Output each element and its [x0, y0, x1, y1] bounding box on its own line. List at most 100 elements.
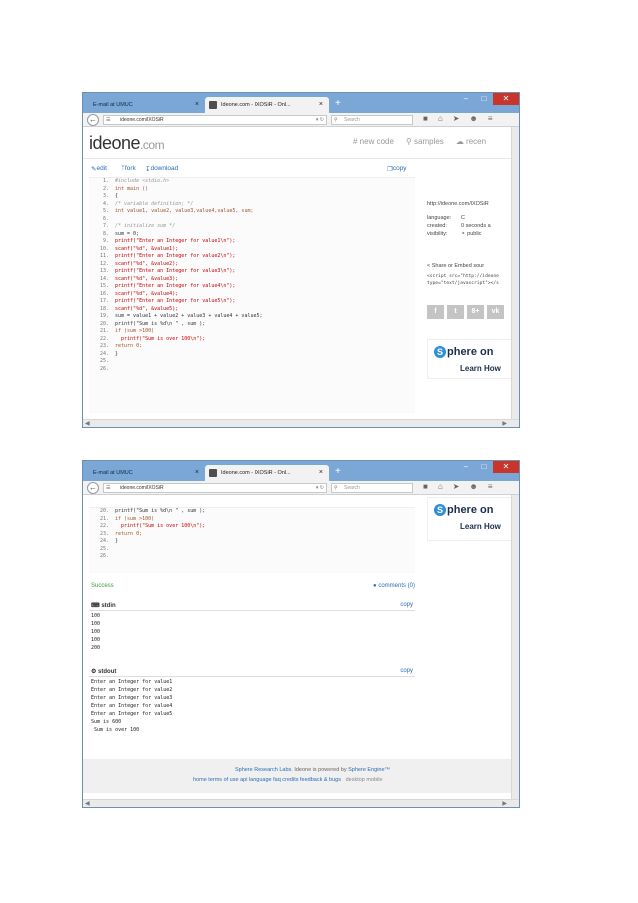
- close-icon[interactable]: ×: [195, 465, 199, 481]
- scroll-right-icon[interactable]: ▶: [502, 800, 507, 807]
- embed-code[interactable]: <script src="http://ideone type="text/ja…: [427, 273, 499, 287]
- home-icon[interactable]: ⌂: [438, 114, 443, 123]
- code-text: printf("Enter an Integer for value4\n");: [115, 283, 236, 289]
- comments-link[interactable]: ● comments (0): [373, 583, 415, 589]
- back-button[interactable]: ←: [87, 114, 99, 126]
- home-icon[interactable]: ⌂: [438, 482, 443, 491]
- nav-recent[interactable]: ☁ recen: [456, 137, 486, 146]
- horizontal-scrollbar[interactable]: ◀ ▶: [83, 419, 519, 427]
- code-line: 8. sum = 0;: [89, 231, 415, 239]
- line-number: 2.: [102, 185, 109, 192]
- tab-email[interactable]: E-mail at UMUC ×: [87, 97, 207, 113]
- close-icon[interactable]: ×: [319, 97, 323, 113]
- minimize-button[interactable]: –: [457, 461, 475, 473]
- code-text: sum = 0;: [115, 230, 140, 237]
- scroll-right-icon[interactable]: ▶: [502, 420, 507, 427]
- code-text: return 0;: [115, 343, 143, 349]
- footer-nav-links[interactable]: home terms of use api language faq credi…: [193, 777, 341, 783]
- facebook-icon[interactable]: f: [427, 305, 444, 319]
- download-button[interactable]: ↧ download: [145, 165, 178, 173]
- stdin-title: ⌨ stdin: [91, 602, 116, 609]
- stdout-header: ⚙ stdout copy: [89, 667, 415, 677]
- close-icon[interactable]: ×: [195, 97, 199, 113]
- menu-icon[interactable]: ≡: [488, 114, 493, 123]
- line-number: 26.: [99, 365, 109, 372]
- copy-button[interactable]: ❐ copy: [387, 165, 407, 173]
- code-line: 12. scanf("%d", &value2);: [89, 261, 415, 269]
- desktop-mobile-links[interactable]: desktop mobile: [346, 777, 383, 783]
- address-bar[interactable]: ☰ ideone.com/lXOSiR ▾ ↻: [103, 483, 327, 493]
- fork-button[interactable]: ᛉ fork: [121, 165, 136, 172]
- search-input[interactable]: ⚲ Search: [331, 483, 413, 493]
- tab-ideone-label: Ideone.com - lXOSiR - Onl...: [221, 470, 291, 476]
- tab-ideone[interactable]: Ideone.com - lXOSiR - Onl... ×: [205, 97, 329, 113]
- sphere-ad[interactable]: Sphere on Learn How: [427, 339, 519, 379]
- maximize-button[interactable]: □: [475, 93, 493, 105]
- code-line: 25.: [89, 546, 415, 554]
- ideone-logo[interactable]: ideone.com: [89, 133, 165, 154]
- share-embed-title[interactable]: < Share or Embed sour: [427, 263, 484, 269]
- google-plus-icon[interactable]: 8+: [467, 305, 484, 319]
- nav-recent-label: recen: [466, 137, 487, 146]
- minimize-button[interactable]: –: [457, 93, 475, 105]
- menu-icon[interactable]: ≡: [488, 482, 493, 491]
- source-code[interactable]: 20. printf("Sum is %d\n " , sum ); 21. if (…: [89, 507, 415, 573]
- close-window-button[interactable]: ✕: [493, 93, 519, 105]
- sphere-ad[interactable]: Sphere on Learn How: [427, 497, 519, 541]
- stdin-copy-button[interactable]: copy: [400, 602, 413, 608]
- line-number: 13.: [99, 268, 109, 274]
- powered-text: . Ideone is powered by: [291, 767, 349, 773]
- line-number: 16.: [99, 290, 109, 297]
- scroll-left-icon[interactable]: ◀: [85, 420, 90, 427]
- line-number: 7.: [102, 223, 109, 229]
- edit-button[interactable]: ✎ edit: [91, 165, 107, 173]
- close-window-button[interactable]: ✕: [493, 461, 519, 473]
- nav-samples[interactable]: ⚲ samples: [406, 137, 444, 146]
- new-tab-button[interactable]: +: [335, 97, 341, 111]
- horizontal-scrollbar[interactable]: ◀ ▶: [83, 799, 519, 807]
- send-icon[interactable]: ➤: [453, 114, 460, 123]
- sphere-labs-link[interactable]: Sphere Research Labs: [235, 767, 291, 773]
- line-number: 6.: [102, 215, 109, 222]
- nav-new-code[interactable]: # new code: [353, 137, 394, 146]
- line-number: 24.: [99, 350, 109, 357]
- vertical-scrollbar[interactable]: [511, 127, 519, 421]
- source-code[interactable]: 1. #include <stdio.h> 2. int main () 3. {4. /*…: [89, 177, 415, 413]
- code-text: printf("Enter an Integer for value3\n");: [115, 268, 236, 274]
- pocket-icon[interactable]: ■: [423, 482, 428, 491]
- smiley-icon[interactable]: ☻: [469, 114, 477, 123]
- stdout-copy-button[interactable]: copy: [400, 668, 413, 674]
- close-icon[interactable]: ×: [319, 465, 323, 481]
- tab-email[interactable]: E-mail at UMUC ×: [87, 465, 207, 481]
- reload-icon[interactable]: ▾ ↻: [316, 484, 324, 492]
- code-line: 5. int value1, value2, value3,value4,valu…: [89, 208, 415, 216]
- tab-email-label: E-mail at UMUC: [93, 102, 133, 108]
- learn-how-link[interactable]: Learn How: [460, 364, 501, 373]
- reload-icon[interactable]: ▾ ↻: [316, 116, 324, 124]
- code-line: 7. /* initialize sum */: [89, 223, 415, 231]
- browser-window-results-view: E-mail at UMUC × Ideone.com - lXOSiR - O…: [82, 460, 520, 808]
- code-text: printf("Sum is over 100\n");: [115, 523, 206, 529]
- back-button[interactable]: ←: [87, 482, 99, 494]
- line-number: 23.: [99, 343, 109, 349]
- code-line: 6.: [89, 216, 415, 224]
- learn-how-link[interactable]: Learn How: [460, 522, 501, 531]
- share-url[interactable]: http://ideone.com/lXOSiR: [427, 201, 489, 207]
- scroll-left-icon[interactable]: ◀: [85, 800, 90, 807]
- search-input[interactable]: ⚲ Search: [331, 115, 413, 125]
- pocket-icon[interactable]: ■: [423, 114, 428, 123]
- address-bar[interactable]: ☰ ideone.com/lXOSiR ▾ ↻: [103, 115, 327, 125]
- stdin-label: stdin: [101, 603, 116, 609]
- globe-icon: ☰: [106, 117, 111, 123]
- send-icon[interactable]: ➤: [453, 482, 460, 491]
- created-row: created: 0 seconds a: [427, 223, 491, 229]
- maximize-button[interactable]: □: [475, 461, 493, 473]
- new-tab-button[interactable]: +: [335, 465, 341, 479]
- twitter-icon[interactable]: t: [447, 305, 464, 319]
- vertical-scrollbar[interactable]: [511, 495, 519, 801]
- copy-label: copy: [392, 165, 407, 172]
- sphere-engine-link[interactable]: Sphere Engine™: [348, 767, 390, 773]
- tab-ideone[interactable]: Ideone.com - lXOSiR - Onl... ×: [205, 465, 329, 481]
- smiley-icon[interactable]: ☻: [469, 482, 477, 491]
- vk-icon[interactable]: vk: [487, 305, 504, 319]
